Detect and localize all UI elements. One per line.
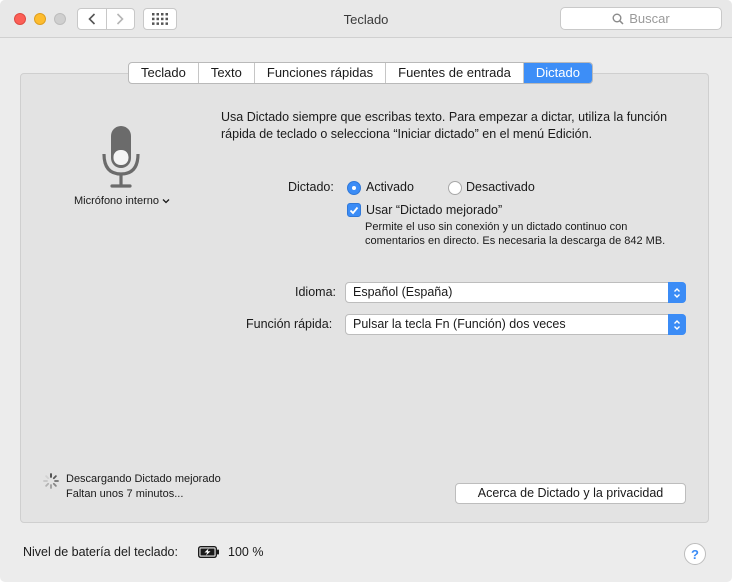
tab-funciones-rapidas[interactable]: Funciones rápidas: [255, 63, 387, 83]
search-placeholder: Buscar: [629, 11, 670, 26]
download-status: Descargando Dictado mejorado: [66, 473, 221, 485]
battery-label: Nivel de batería del teclado:: [23, 545, 178, 559]
tab-texto[interactable]: Texto: [199, 63, 255, 83]
about-dictation-privacy-button[interactable]: Acerca de Dictado y la privacidad: [455, 483, 686, 504]
tab-bar: Teclado Texto Funciones rápidas Fuentes …: [128, 62, 593, 84]
dictation-intro-text: Usa Dictado siempre que escribas texto. …: [221, 110, 668, 141]
battery-charging-icon: [198, 546, 219, 558]
preferences-window: Teclado Buscar Teclado Texto Funciones r…: [0, 0, 732, 582]
microphone-icon: [102, 126, 140, 188]
spinner-icon: [43, 473, 59, 489]
dictation-on-label[interactable]: Activado: [366, 180, 414, 194]
search-icon: [612, 13, 624, 25]
dictation-off-radio[interactable]: [448, 181, 462, 195]
tab-teclado[interactable]: Teclado: [129, 63, 199, 83]
search-field[interactable]: Buscar: [560, 7, 722, 30]
question-mark-icon: ?: [691, 546, 699, 562]
battery-value: 100 %: [228, 545, 264, 559]
language-select[interactable]: Español (España): [345, 282, 686, 303]
language-label: Idioma:: [295, 285, 336, 299]
help-button[interactable]: ?: [684, 543, 706, 565]
microphone-source-select[interactable]: Micrófono interno: [74, 195, 170, 207]
tab-fuentes-de-entrada[interactable]: Fuentes de entrada: [386, 63, 524, 83]
chevron-down-icon: [162, 199, 170, 204]
language-value: Español (España): [353, 285, 453, 299]
title-bar: Teclado Buscar: [0, 0, 732, 38]
updown-arrows-icon: [668, 314, 686, 335]
shortcut-label: Función rápida:: [246, 317, 333, 331]
tab-dictado[interactable]: Dictado: [523, 63, 592, 83]
checkmark-icon: [349, 206, 359, 214]
dictation-label: Dictado:: [288, 180, 334, 194]
dictation-off-label[interactable]: Desactivado: [466, 180, 535, 194]
shortcut-value: Pulsar la tecla Fn (Función) dos veces: [353, 317, 566, 331]
dictation-on-radio[interactable]: [347, 181, 361, 195]
download-time-remaining: Faltan unos 7 minutos...: [66, 488, 184, 500]
microphone-source-label: Micrófono interno: [74, 195, 159, 207]
enhanced-dictation-checkbox[interactable]: [347, 203, 361, 217]
enhanced-dictation-label[interactable]: Usar “Dictado mejorado”: [366, 203, 502, 217]
shortcut-select[interactable]: Pulsar la tecla Fn (Función) dos veces: [345, 314, 686, 335]
enhanced-dictation-description: Permite el uso sin conexión y un dictado…: [365, 221, 666, 247]
updown-arrows-icon: [668, 282, 686, 303]
